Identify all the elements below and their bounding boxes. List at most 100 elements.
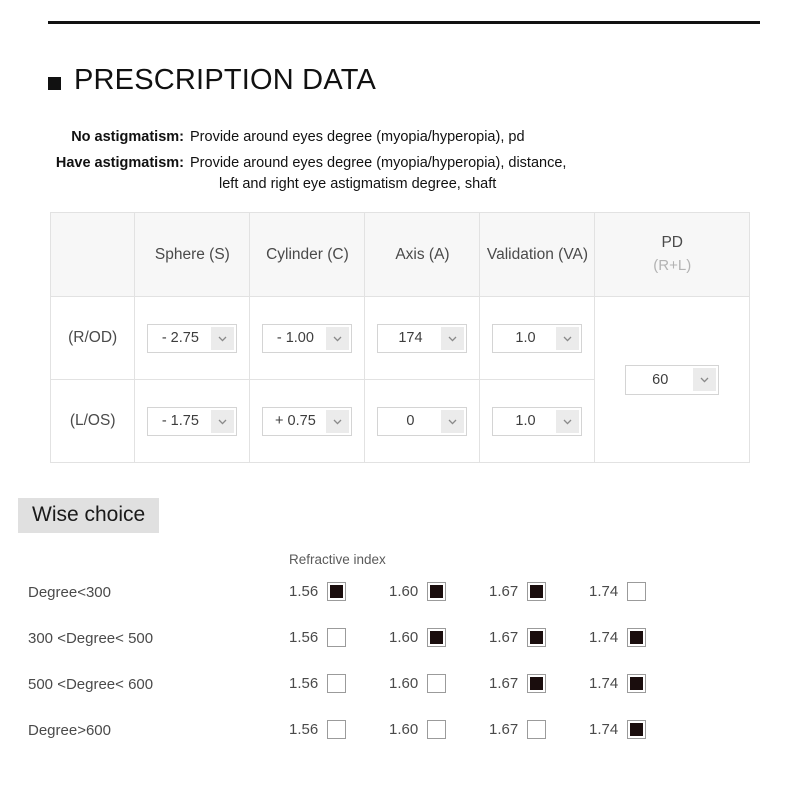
list-item: 500 <Degree< 600 1.56 1.60 1.67 1.74 (0, 670, 800, 716)
column-header-validation: Validation (VA) (479, 212, 596, 297)
cell-validation-right: 1.0 (479, 296, 596, 380)
axis-left-select[interactable]: 0 (377, 406, 468, 436)
chevron-down-icon (326, 409, 350, 433)
index-label: 1.60 (389, 583, 419, 600)
validation-left-select[interactable]: 1.0 (492, 406, 583, 436)
index-checkbox[interactable] (327, 674, 347, 693)
index-option-group: 1.60 (389, 720, 447, 739)
description-text: Provide around eyes degree (myopia/hyper… (190, 155, 567, 172)
column-header-pd-subtext: (R+L) (653, 256, 692, 274)
prescription-table-header: Sphere (S) Cylinder (C) Axis (A) Validat… (49, 212, 750, 297)
column-header-sphere: Sphere (S) (134, 212, 251, 297)
description-label: Have astigmatism: (55, 155, 184, 172)
index-option-group: 1.56 (289, 674, 347, 693)
page-title: PRESCRIPTION DATA (48, 66, 376, 95)
prescription-table-body: (R/OD) - 2.75 - 1.00 174 1.0 60 (L/OS) -… (49, 296, 750, 463)
chevron-down-icon (556, 409, 580, 433)
degree-range-label: 300 <Degree< 500 (28, 630, 154, 647)
wise-choice-title: Wise choice (18, 498, 160, 534)
cylinder-left-value: + 0.75 (275, 413, 316, 429)
degree-range-label: 500 <Degree< 600 (28, 676, 154, 693)
index-option-group: 1.74 (589, 582, 647, 601)
index-option-group: 1.67 (489, 628, 547, 647)
row-label-left-eye: (L/OS) (49, 379, 136, 463)
validation-left-value: 1.0 (515, 413, 536, 429)
index-checkbox[interactable] (427, 674, 447, 693)
index-label: 1.56 (289, 721, 319, 738)
description-row-have-astigmatism: Have astigmatism: Provide around eyes de… (0, 153, 760, 195)
index-checkbox[interactable] (327, 720, 347, 739)
cell-axis-left: 0 (364, 379, 481, 463)
index-option-group: 1.56 (289, 720, 347, 739)
index-checkbox[interactable] (427, 582, 447, 601)
index-label: 1.67 (489, 721, 519, 738)
chevron-down-icon (441, 326, 465, 350)
table-header-row: Sphere (S) Cylinder (C) Axis (A) Validat… (49, 212, 750, 297)
sphere-right-value: - 2.75 (161, 330, 199, 346)
index-checkbox[interactable] (527, 720, 547, 739)
column-header-axis: Axis (A) (364, 212, 481, 297)
list-item: Degree>600 1.56 1.60 1.67 1.74 (0, 716, 800, 762)
column-header-cylinder: Cylinder (C) (249, 212, 366, 297)
index-label: 1.60 (389, 629, 419, 646)
sphere-left-value: - 1.75 (161, 413, 199, 429)
cylinder-left-select[interactable]: + 0.75 (262, 406, 353, 436)
chevron-down-icon (693, 368, 717, 391)
list-item: Degree<300 1.56 1.60 1.67 1.74 (0, 578, 800, 624)
index-checkbox[interactable] (327, 628, 347, 647)
index-option-group: 1.56 (289, 628, 347, 647)
index-label: 1.67 (489, 675, 519, 692)
square-bullet-icon (48, 77, 61, 90)
cylinder-right-select[interactable]: - 1.00 (262, 323, 353, 353)
index-option-group: 1.67 (489, 674, 547, 693)
column-header-pd: PD (R+L) (594, 212, 750, 297)
chevron-down-icon (326, 326, 350, 350)
pd-select[interactable]: 60 (625, 364, 720, 395)
index-checkbox[interactable] (527, 582, 547, 601)
index-option-group: 1.60 (389, 674, 447, 693)
column-header-pd-text: PD (661, 233, 684, 251)
index-checkbox[interactable] (427, 720, 447, 739)
index-label: 1.67 (489, 629, 519, 646)
description-label: No astigmatism: (71, 129, 184, 145)
top-divider (48, 21, 760, 24)
index-checkbox[interactable] (327, 582, 347, 601)
index-label: 1.56 (289, 675, 319, 692)
pd-value: 60 (652, 371, 669, 388)
row-label-right-eye: (R/OD) (49, 296, 136, 380)
cylinder-right-value: - 1.00 (276, 330, 314, 346)
description-row-no-astigmatism: No astigmatism: Provide around eyes degr… (0, 127, 760, 148)
axis-right-select[interactable]: 174 (377, 323, 468, 353)
index-label: 1.74 (589, 629, 619, 646)
list-item: 300 <Degree< 500 1.56 1.60 1.67 1.74 (0, 624, 800, 670)
table-row: (R/OD) - 2.75 - 1.00 174 1.0 60 (49, 296, 750, 463)
sphere-left-select[interactable]: - 1.75 (147, 406, 238, 436)
index-checkbox[interactable] (527, 674, 547, 693)
index-option-group: 1.67 (489, 720, 547, 739)
index-label: 1.60 (389, 675, 419, 692)
sphere-right-select[interactable]: - 2.75 (147, 323, 238, 353)
chevron-down-icon (211, 326, 235, 350)
refractive-index-grid: Degree<300 1.56 1.60 1.67 1.74 300 <Degr… (0, 578, 800, 762)
column-header-eye (49, 212, 136, 297)
cell-sphere-right: - 2.75 (134, 296, 251, 380)
cell-validation-left: 1.0 (479, 379, 596, 463)
cell-sphere-left: - 1.75 (134, 379, 251, 463)
description-text-wrapper: Provide around eyes degree (myopia/hyper… (184, 127, 525, 148)
index-checkbox[interactable] (627, 582, 647, 601)
description-text-continuation: left and right eye astigmatism degree, s… (219, 176, 497, 193)
chevron-down-icon (441, 409, 465, 433)
index-checkbox[interactable] (627, 720, 647, 739)
cell-cylinder-left: + 0.75 (249, 379, 366, 463)
index-option-group: 1.67 (489, 582, 547, 601)
chevron-down-icon (556, 326, 580, 350)
index-checkbox[interactable] (627, 628, 647, 647)
index-option-group: 1.74 (589, 628, 647, 647)
degree-range-label: Degree<300 (28, 584, 111, 601)
validation-right-select[interactable]: 1.0 (492, 323, 583, 353)
index-checkbox[interactable] (427, 628, 447, 647)
index-checkbox[interactable] (527, 628, 547, 647)
degree-range-label: Degree>600 (28, 722, 111, 739)
index-checkbox[interactable] (627, 674, 647, 693)
chevron-down-icon (211, 409, 235, 433)
